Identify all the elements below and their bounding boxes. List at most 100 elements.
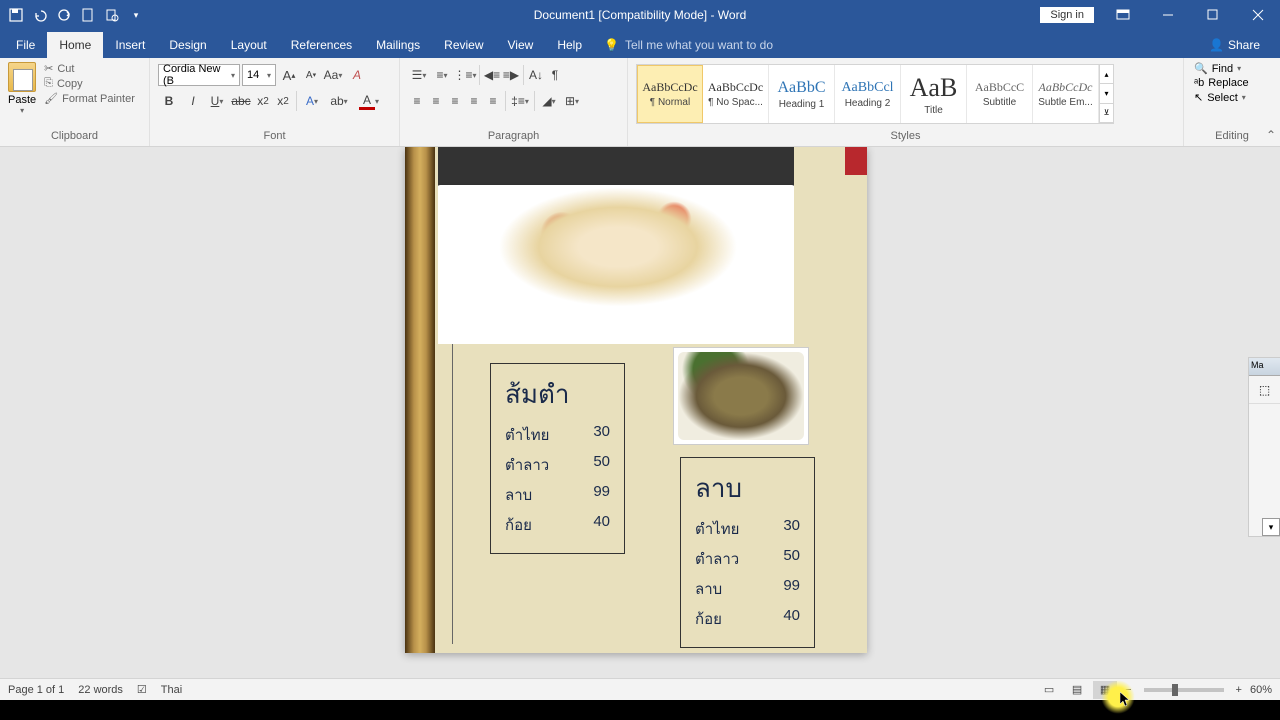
collapse-ribbon-icon[interactable]: ⌃ xyxy=(1266,128,1276,142)
shading-icon[interactable]: ◢▾ xyxy=(538,90,560,112)
menu-layout[interactable]: Layout xyxy=(219,32,279,58)
person-icon: 👤 xyxy=(1209,38,1224,52)
signin-button[interactable]: Sign in xyxy=(1040,7,1094,23)
secondary-image[interactable] xyxy=(673,347,809,445)
style-subtitle[interactable]: AaBbCcCSubtitle xyxy=(967,65,1033,123)
select-button[interactable]: ↖Select▾ xyxy=(1194,91,1249,104)
styles-down-icon[interactable]: ▾ xyxy=(1100,84,1113,103)
page-indicator[interactable]: Page 1 of 1 xyxy=(8,684,64,696)
show-marks-icon[interactable]: ¶ xyxy=(546,64,564,86)
menu-title-1: ส้มตำ xyxy=(505,374,610,415)
sort-icon[interactable]: A↓ xyxy=(527,64,545,86)
menu-insert[interactable]: Insert xyxy=(103,32,157,58)
numbering-icon[interactable]: ≡▾ xyxy=(431,64,453,86)
spellcheck-icon[interactable]: ☑ xyxy=(137,683,147,696)
styles-up-icon[interactable]: ▴ xyxy=(1100,65,1113,84)
zoom-value[interactable]: 60% xyxy=(1250,684,1272,696)
borders-icon[interactable]: ⊞▾ xyxy=(561,90,583,112)
underline-button[interactable]: U▾ xyxy=(206,90,228,112)
styles-more-icon[interactable]: ⊻ xyxy=(1100,104,1113,123)
document-area[interactable]: ส้มตำ ตำไทย30 ตำลาว50 ลาบ99 ก้อย40 ลาบ ต… xyxy=(0,147,1280,678)
align-left-icon[interactable]: ≡ xyxy=(408,90,426,112)
style-normal[interactable]: AaBbCcDc¶ Normal xyxy=(637,65,703,123)
clear-format-icon[interactable]: A xyxy=(346,64,368,86)
menu-review[interactable]: Review xyxy=(432,32,495,58)
save-icon[interactable] xyxy=(8,7,24,23)
find-button[interactable]: 🔍Find▾ xyxy=(1194,62,1249,75)
menu-home[interactable]: Home xyxy=(47,32,103,58)
style-subtleem[interactable]: AaBbCcDcSubtle Em... xyxy=(1033,65,1099,123)
shrink-font-icon[interactable]: A▾ xyxy=(302,64,320,86)
format-painter-button[interactable]: 🖌Format Painter xyxy=(44,92,135,105)
strike-button[interactable]: abc xyxy=(230,90,252,112)
menu-design[interactable]: Design xyxy=(157,32,218,58)
align-center-icon[interactable]: ≡ xyxy=(427,90,445,112)
style-nospacing[interactable]: AaBbCcDc¶ No Spac... xyxy=(703,65,769,123)
font-color-button[interactable]: A▾ xyxy=(355,90,383,112)
menu-box-1[interactable]: ส้มตำ ตำไทย30 ตำลาว50 ลาบ99 ก้อย40 xyxy=(490,363,625,554)
copy-button[interactable]: ⎘Copy xyxy=(44,77,135,90)
paste-button[interactable]: Paste ▾ xyxy=(4,60,40,117)
menu-references[interactable]: References xyxy=(279,32,364,58)
menu-view[interactable]: View xyxy=(496,32,546,58)
bulb-icon: 💡 xyxy=(604,38,619,52)
style-heading1[interactable]: AaBbCHeading 1 xyxy=(769,65,835,123)
word-count[interactable]: 22 words xyxy=(78,684,123,696)
paste-label: Paste xyxy=(8,94,36,106)
statusbar: Page 1 of 1 22 words ☑ Thai ▭ ▤ ▦ − + 60… xyxy=(0,678,1280,700)
font-name-combo[interactable]: Cordia New (B▾ xyxy=(158,64,240,86)
menu-file[interactable]: File xyxy=(4,32,47,58)
ribbon-display-icon[interactable] xyxy=(1100,0,1145,30)
share-button[interactable]: 👤 Share xyxy=(1199,32,1270,58)
menu-help[interactable]: Help xyxy=(545,32,594,58)
styles-gallery[interactable]: AaBbCcDc¶ Normal AaBbCcDc¶ No Spac... Aa… xyxy=(636,64,1114,124)
zoom-slider[interactable] xyxy=(1144,688,1224,692)
decrease-indent-icon[interactable]: ◀≡ xyxy=(483,64,501,86)
menu-box-2[interactable]: ลาบ ตำไทย30 ตำลาว50 ลาบ99 ก้อย40 xyxy=(680,457,815,648)
bullets-icon[interactable]: ☰▾ xyxy=(408,64,430,86)
superscript-button[interactable]: x2 xyxy=(274,90,292,112)
line-spacing-icon[interactable]: ‡≡▾ xyxy=(509,90,531,112)
grow-font-icon[interactable]: A▴ xyxy=(278,64,300,86)
read-mode-icon[interactable]: ▭ xyxy=(1037,681,1061,699)
multilevel-icon[interactable]: ⋮≡▾ xyxy=(454,64,476,86)
chevron-down-icon[interactable]: ▾ xyxy=(1262,518,1280,536)
font-size-combo[interactable]: 14▾ xyxy=(242,64,276,86)
italic-button[interactable]: I xyxy=(182,90,204,112)
print-preview-icon[interactable] xyxy=(104,7,120,23)
change-case-icon[interactable]: Aa▾ xyxy=(322,64,344,86)
undo-icon[interactable] xyxy=(32,7,48,23)
menu-mailings[interactable]: Mailings xyxy=(364,32,432,58)
zoom-in-icon[interactable]: + xyxy=(1232,684,1246,696)
tell-me-search[interactable]: 💡 Tell me what you want to do xyxy=(594,32,783,58)
style-heading2[interactable]: AaBbCclHeading 2 xyxy=(835,65,901,123)
maximize-icon[interactable] xyxy=(1190,0,1235,30)
qat-more-icon[interactable]: ▾ xyxy=(128,7,144,23)
text-effects-icon[interactable]: A▾ xyxy=(301,90,323,112)
language-indicator[interactable]: Thai xyxy=(161,684,182,696)
decorative-strip xyxy=(405,147,435,653)
hero-image[interactable] xyxy=(438,147,794,344)
minimize-icon[interactable] xyxy=(1145,0,1190,30)
list-item: ตำลาว50 xyxy=(505,453,610,477)
style-title[interactable]: AaBTitle xyxy=(901,65,967,123)
web-layout-icon[interactable]: ▦ xyxy=(1093,681,1117,699)
side-panel-title[interactable]: Ma xyxy=(1249,358,1280,376)
newdoc-icon[interactable] xyxy=(80,7,96,23)
increase-indent-icon[interactable]: ≡▶ xyxy=(502,64,520,86)
zoom-out-icon[interactable]: − xyxy=(1121,684,1135,696)
distribute-icon[interactable]: ≡ xyxy=(484,90,502,112)
subscript-button[interactable]: x2 xyxy=(254,90,272,112)
close-icon[interactable] xyxy=(1235,0,1280,30)
side-panel-item[interactable]: ⬚ xyxy=(1249,376,1280,404)
justify-icon[interactable]: ≡ xyxy=(465,90,483,112)
align-right-icon[interactable]: ≡ xyxy=(446,90,464,112)
print-layout-icon[interactable]: ▤ xyxy=(1065,681,1089,699)
cut-button[interactable]: ✂Cut xyxy=(44,62,135,75)
list-item: ก้อย40 xyxy=(695,607,800,631)
redo-icon[interactable] xyxy=(56,7,72,23)
bold-button[interactable]: B xyxy=(158,90,180,112)
highlight-color-button[interactable]: ab▾ xyxy=(325,90,353,112)
replace-button[interactable]: ᵃbReplace xyxy=(1194,77,1249,89)
font-group-label: Font xyxy=(154,128,395,144)
